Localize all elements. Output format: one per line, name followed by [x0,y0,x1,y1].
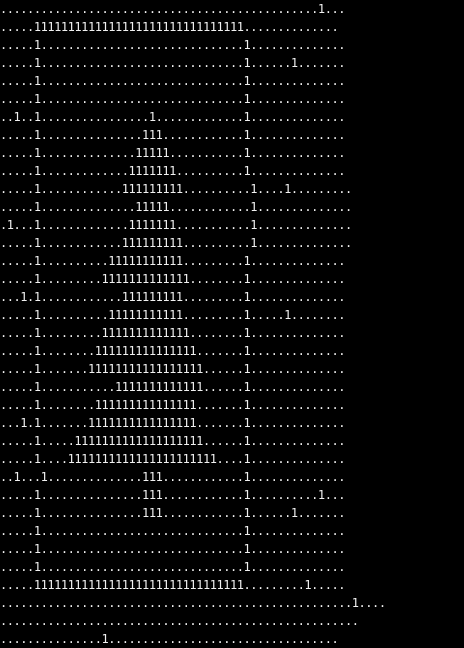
art-line: ........................................… [0,596,386,610]
terminal-screen: ........................................… [0,0,464,646]
art-line: .....1...............111............1...… [0,506,345,520]
art-line: ........................................… [0,2,345,16]
art-line: .....1..............................1...… [0,542,345,556]
art-line: .....1..............................1...… [0,56,345,70]
art-line: .....1..........11111111111.........1...… [0,254,345,268]
ascii-art: ........................................… [0,0,464,648]
art-line: .....1..........11111111111.........1...… [0,308,345,322]
art-line: ..1...1..............111............1...… [0,470,345,484]
art-line: .....1..............11111............1..… [0,200,352,214]
art-line: .....1111111111111111111111111111111....… [0,578,345,592]
art-line: ...............1........................… [0,632,339,646]
art-line: .....1............111111111..........1..… [0,182,352,196]
art-line: .....1.......11111111111111111......1...… [0,362,345,376]
art-line: .....1.........1111111111111........1...… [0,272,345,286]
art-line: .....1.....1111111111111111111......1...… [0,434,345,448]
art-line: .....1..............................1...… [0,560,345,574]
art-line: .....1............111111111..........1..… [0,236,352,250]
art-line: .....1..............................1...… [0,74,345,88]
art-line: .....1..............11111...........1...… [0,146,345,160]
art-line: .....1.........1111111111111........1...… [0,326,345,340]
art-line: .....1...........1111111111111......1...… [0,380,345,394]
art-line: .....1111111111111111111111111111111....… [0,20,339,34]
art-line: .....1....1111111111111111111111....1...… [0,452,345,466]
art-line: .....1........111111111111111.......1...… [0,344,345,358]
art-line: .....1........111111111111111.......1...… [0,398,345,412]
art-line: ..1..1................1.............1...… [0,110,345,124]
art-line: .....1..............................1...… [0,38,345,52]
art-line: .....1...............111............1...… [0,488,345,502]
art-line: .....1..............................1...… [0,92,345,106]
art-line: .....1.............1111111..........1...… [0,164,345,178]
art-line: ...1.1.......1111111111111111.......1...… [0,416,345,430]
art-line: .1...1.............1111111...........1..… [0,218,352,232]
art-line: ...1.1............111111111.........1...… [0,290,345,304]
art-line: ........................................… [0,614,359,628]
art-line: .....1...............111............1...… [0,128,345,142]
art-line: .....1..............................1...… [0,524,345,538]
